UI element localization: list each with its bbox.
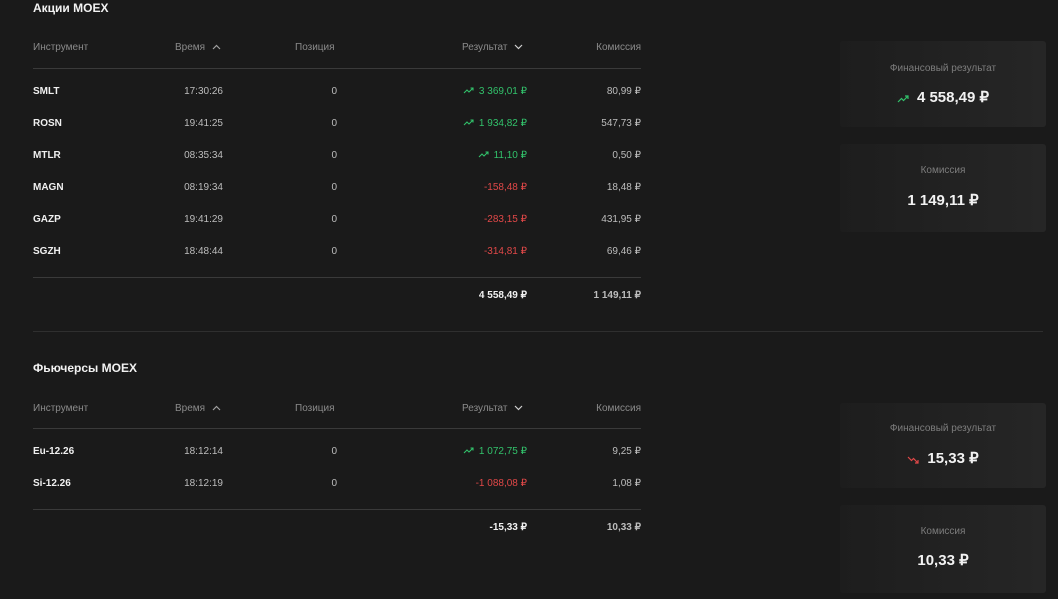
row-symbol: ROSN <box>33 118 62 129</box>
row-commission: 1,08 ₽ <box>612 478 641 489</box>
row-result-value: -283,15 ₽ <box>483 214 527 225</box>
row-time: 08:35:34 <box>184 150 223 161</box>
col-header-time-label: Время <box>175 42 206 54</box>
trend-up-icon <box>897 90 909 107</box>
trend-down-icon <box>907 451 919 468</box>
row-result: -283,15 ₽ <box>407 214 527 225</box>
row-result: 1 934,82 ₽ <box>407 118 527 129</box>
total-commission: 1 149,11 ₽ <box>593 290 641 301</box>
row-result: 3 369,01 ₽ <box>407 86 527 97</box>
row-symbol: MTLR <box>33 150 61 161</box>
col-header-time[interactable]: Время <box>175 42 221 53</box>
col-header-time-label: Время <box>175 403 206 415</box>
total-commission: 10,33 ₽ <box>606 522 641 533</box>
sort-asc-icon[interactable] <box>212 42 221 53</box>
col-header-result[interactable]: Результат <box>462 403 523 414</box>
row-position: 0 <box>331 86 337 97</box>
col-header-commission[interactable]: Комиссия <box>551 403 641 414</box>
total-result: -15,33 ₽ <box>489 522 528 533</box>
result-card-amount: 4 558,49 ₽ <box>916 89 990 106</box>
row-result-value: 1 072,75 ₽ <box>478 446 527 458</box>
col-header-result-label: Результат <box>462 403 508 415</box>
row-result: -158,48 ₽ <box>407 182 527 193</box>
col-header-instrument[interactable]: Инструмент <box>33 403 88 414</box>
row-commission: 0,50 ₽ <box>612 150 641 161</box>
row-symbol: MAGN <box>33 182 64 193</box>
commission-card: Комиссия 1 149,11 ₽ <box>840 144 1046 232</box>
row-commission: 9,25 ₽ <box>612 446 641 457</box>
header-divider <box>33 68 641 69</box>
header-divider <box>33 428 641 429</box>
row-position: 0 <box>331 446 337 457</box>
col-header-time[interactable]: Время <box>175 403 221 414</box>
section-title-futures: Фьючерсы MOEX <box>33 361 137 375</box>
commission-card-value: 10,33 ₽ <box>917 552 969 569</box>
row-position: 0 <box>331 246 337 257</box>
result-card-label: Финансовый результат <box>889 423 997 434</box>
row-time: 17:30:26 <box>184 86 223 97</box>
row-time: 19:41:29 <box>184 214 223 225</box>
col-header-result[interactable]: Результат <box>462 42 523 53</box>
row-time: 08:19:34 <box>184 182 223 193</box>
totals-divider <box>33 277 641 278</box>
result-card: Финансовый результат 4 558,49 ₽ <box>840 41 1046 127</box>
row-result: -314,81 ₽ <box>407 246 527 257</box>
row-time: 19:41:25 <box>184 118 223 129</box>
sort-desc-icon[interactable] <box>514 403 523 414</box>
row-result-value: -158,48 ₽ <box>483 182 527 193</box>
result-card-amount: 15,33 ₽ <box>927 450 979 467</box>
row-time: 18:12:14 <box>184 446 223 457</box>
totals-divider <box>33 509 641 510</box>
result-card-label: Финансовый результат <box>889 63 997 74</box>
trend-up-icon <box>478 150 489 161</box>
row-result-value: -1 088,08 ₽ <box>475 478 527 489</box>
commission-card-value: 1 149,11 ₽ <box>907 192 979 209</box>
trend-up-icon <box>463 86 474 97</box>
row-result-value: -314,81 ₽ <box>483 246 527 257</box>
commission-card: Комиссия 10,33 ₽ <box>840 505 1046 593</box>
row-commission: 80,99 ₽ <box>606 86 641 97</box>
row-commission: 547,73 ₽ <box>601 118 641 129</box>
row-result-value: 1 934,82 ₽ <box>478 118 527 130</box>
col-header-instrument[interactable]: Инструмент <box>33 42 88 53</box>
row-symbol: GAZP <box>33 214 61 225</box>
result-card: Финансовый результат 15,33 ₽ <box>840 403 1046 488</box>
total-result: 4 558,49 ₽ <box>478 290 527 301</box>
row-result-value: 3 369,01 ₽ <box>478 86 527 98</box>
row-commission: 69,46 ₽ <box>606 246 641 257</box>
commission-card-label: Комиссия <box>920 165 966 176</box>
sort-asc-icon[interactable] <box>212 403 221 414</box>
result-card-value: 15,33 ₽ <box>840 449 1046 468</box>
row-symbol: SMLT <box>33 86 60 97</box>
row-position: 0 <box>331 214 337 225</box>
trend-up-icon <box>463 446 474 457</box>
col-header-commission[interactable]: Комиссия <box>551 42 641 53</box>
col-header-position[interactable]: Позиция <box>295 42 335 53</box>
commission-card-label: Комиссия <box>920 526 966 537</box>
row-result: -1 088,08 ₽ <box>407 478 527 489</box>
col-header-result-label: Результат <box>462 42 508 54</box>
row-result: 1 072,75 ₽ <box>407 446 527 457</box>
row-position: 0 <box>331 150 337 161</box>
trend-up-icon <box>463 118 474 129</box>
col-header-position[interactable]: Позиция <box>295 403 335 414</box>
sort-desc-icon[interactable] <box>514 42 523 53</box>
row-commission: 431,95 ₽ <box>601 214 641 225</box>
row-position: 0 <box>331 118 337 129</box>
row-symbol: SGZH <box>33 246 61 257</box>
section-divider <box>33 331 1043 332</box>
row-commission: 18,48 ₽ <box>606 182 641 193</box>
row-time: 18:12:19 <box>184 478 223 489</box>
row-position: 0 <box>331 478 337 489</box>
row-symbol: Eu-12.26 <box>33 446 75 457</box>
row-time: 18:48:44 <box>184 246 223 257</box>
row-result: 11,10 ₽ <box>407 150 527 161</box>
row-position: 0 <box>331 182 337 193</box>
row-result-value: 11,10 ₽ <box>493 150 527 162</box>
section-title-stocks: Акции MOEX <box>33 1 109 15</box>
row-symbol: Si-12.26 <box>33 478 71 489</box>
result-card-value: 4 558,49 ₽ <box>840 88 1046 107</box>
